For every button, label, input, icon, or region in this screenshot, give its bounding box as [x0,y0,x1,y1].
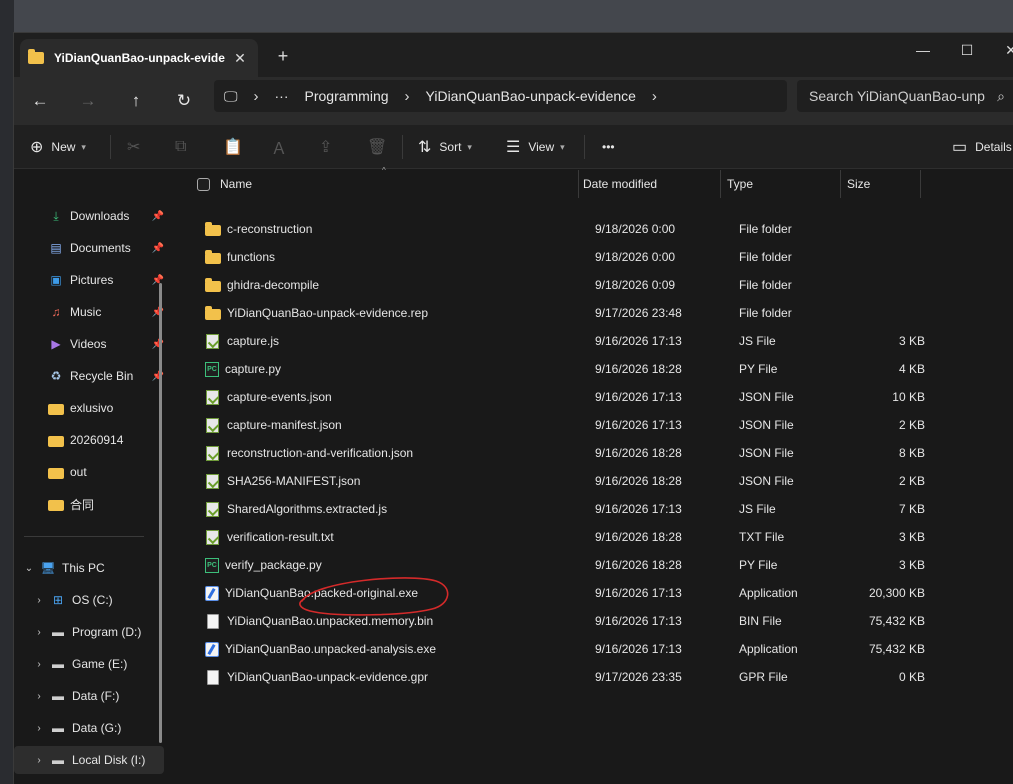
red-hand-drawn-circle-annotation [299,577,449,616]
desktop-background-top [0,0,1013,32]
desktop-background-left [0,0,14,784]
file-explorer-window: YiDianQuanBao-unpack-evide ✕ + — ☐ ✕ ← →… [13,32,1013,784]
